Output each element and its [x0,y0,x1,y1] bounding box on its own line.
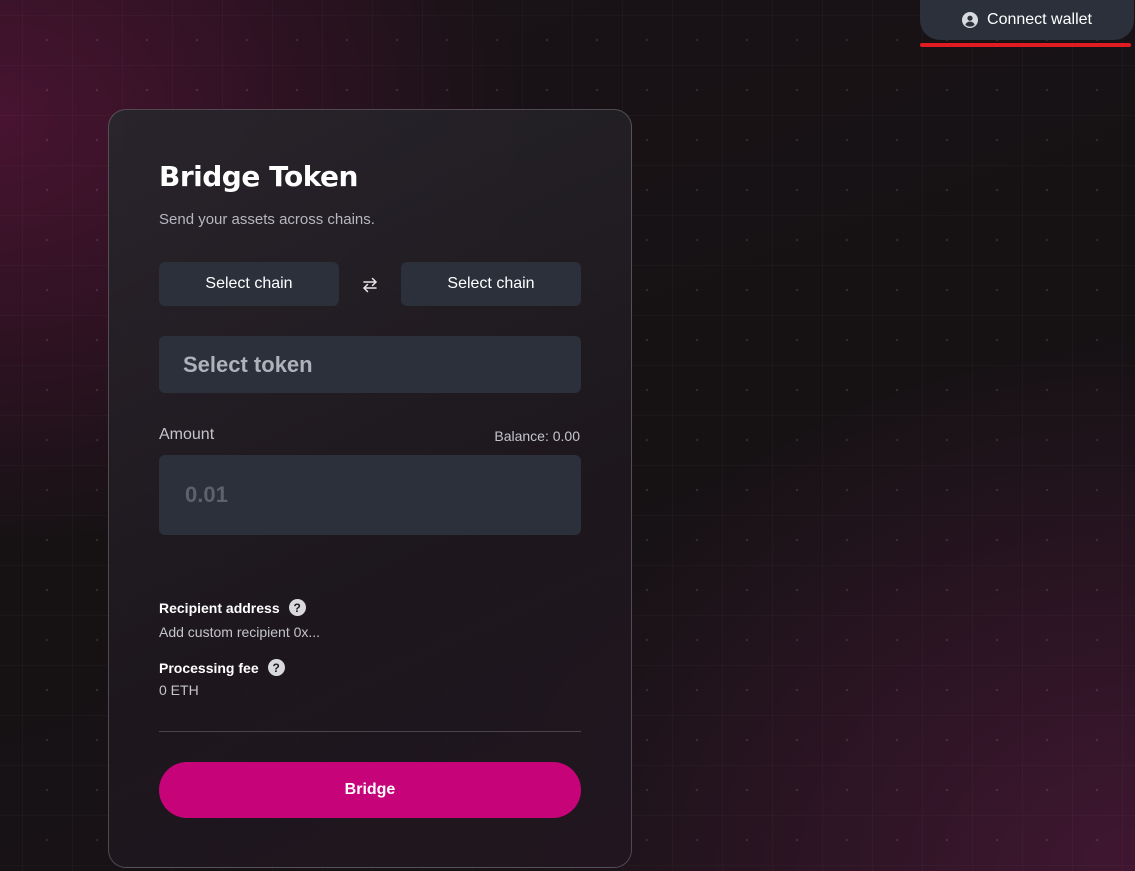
processing-fee-label: Processing fee [159,659,259,676]
card-title: Bridge Token [159,160,358,193]
bridge-card: Bridge Token Send your assets across cha… [108,109,632,868]
amount-input[interactable] [159,455,581,535]
processing-fee-label-row: Processing fee ? [159,659,285,676]
processing-fee-help-icon[interactable]: ? [267,659,285,676]
user-circle-icon [962,12,979,28]
recipient-address-label: Recipient address [159,599,280,616]
connect-wallet-highlight [920,43,1131,47]
balance-label: Balance: 0.00 [494,428,580,444]
amount-label: Amount [159,426,215,443]
card-subtitle: Send your assets across chains. [159,211,375,228]
from-chain-select-button[interactable]: Select chain [159,262,339,306]
recipient-address-label-row: Recipient address ? [159,599,306,616]
swap-arrows-icon[interactable] [360,275,380,295]
token-select-button[interactable]: Select token [159,336,581,393]
to-chain-select-button[interactable]: Select chain [401,262,581,306]
connect-wallet-button[interactable]: Connect wallet [920,0,1134,40]
recipient-address-input[interactable] [159,622,459,642]
processing-fee-value: 0 ETH [159,682,199,698]
connect-wallet-label: Connect wallet [987,11,1092,28]
divider [159,731,581,732]
token-select-label: Select token [183,351,313,377]
bridge-button[interactable]: Bridge [159,762,581,818]
recipient-help-icon[interactable]: ? [288,599,306,616]
